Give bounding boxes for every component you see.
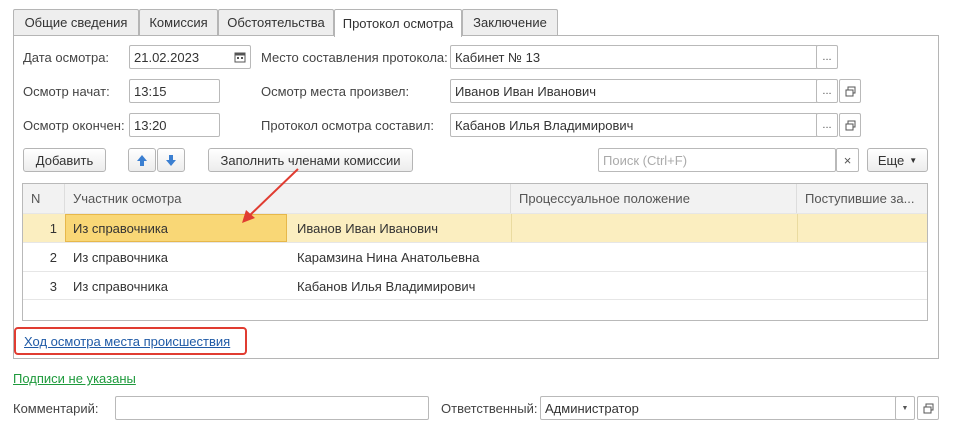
inspector-value: Иванов Иван Иванович — [455, 83, 597, 99]
row-source: Из справочника — [73, 278, 169, 294]
place-field[interactable]: Кабинет № 13 — [450, 45, 818, 69]
row-number: 2 — [49, 249, 57, 265]
ellipsis-icon: ... — [822, 119, 832, 131]
tab-inspection-protocol[interactable]: Протокол осмотра — [334, 9, 462, 37]
calendar-icon[interactable] — [231, 47, 249, 67]
table-row[interactable]: 3 Из справочника Кабанов Илья Владимиров… — [23, 271, 927, 300]
inspector-open-button[interactable] — [839, 79, 861, 103]
responsible-label: Ответственный: — [441, 401, 538, 416]
search-clear-button[interactable]: × — [836, 148, 859, 172]
start-label: Осмотр начат: — [23, 84, 110, 99]
place-value: Кабинет № 13 — [455, 49, 541, 65]
chevron-down-icon: ▼ — [909, 155, 918, 165]
column-header-n[interactable]: N — [23, 184, 65, 213]
tab-general[interactable]: Общие сведения — [13, 9, 139, 35]
move-down-button[interactable] — [157, 148, 185, 172]
row-source: Из справочника — [73, 249, 169, 265]
tab-conclusion[interactable]: Заключение — [462, 9, 558, 35]
composer-open-button[interactable] — [839, 113, 861, 137]
ellipsis-icon: ... — [822, 51, 832, 63]
row-name: Кабанов Илья Владимирович — [297, 278, 476, 294]
tab-circumstances[interactable]: Обстоятельства — [218, 9, 334, 35]
column-divider — [797, 214, 798, 242]
comment-label: Комментарий: — [13, 401, 99, 416]
inspector-select-button[interactable]: ... — [816, 79, 838, 103]
inspector-label: Осмотр места произвел: — [261, 84, 410, 99]
annotation-arrow — [242, 168, 299, 223]
tab-commission[interactable]: Комиссия — [139, 9, 218, 35]
end-time-field[interactable]: 13:20 — [129, 113, 220, 137]
search-placeholder: Поиск (Ctrl+F) — [603, 152, 688, 168]
comment-field[interactable] — [115, 396, 429, 420]
more-label: Еще — [877, 152, 905, 168]
open-icon — [923, 403, 933, 413]
responsible-open-button[interactable] — [917, 396, 939, 420]
inspection-progress-link[interactable]: Ход осмотра места происшествия — [24, 334, 230, 349]
place-select-button[interactable]: ... — [816, 45, 838, 69]
open-icon — [845, 86, 855, 96]
column-header-procedural-status[interactable]: Процессуальное положение — [511, 184, 797, 213]
arrow-up-icon — [137, 154, 147, 166]
column-divider — [511, 214, 512, 242]
composer-value: Кабанов Илья Владимирович — [455, 117, 634, 133]
end-time-value: 13:20 — [134, 117, 167, 133]
ellipsis-icon: ... — [822, 85, 832, 97]
signatures-link[interactable]: Подписи не указаны — [13, 371, 136, 386]
composer-field[interactable]: Кабанов Илья Владимирович — [450, 113, 818, 137]
table-row[interactable]: 2 Из справочника Карамзина Нина Анатолье… — [23, 242, 927, 271]
row-number: 3 — [49, 278, 57, 294]
participants-table: N Участник осмотра Процессуальное положе… — [22, 183, 928, 321]
arrow-down-icon — [166, 154, 176, 166]
table-row[interactable]: 1 Из справочника Иванов Иван Иванович — [23, 213, 927, 242]
responsible-field[interactable]: Администратор — [540, 396, 897, 420]
responsible-value: Администратор — [545, 400, 639, 416]
place-label: Место составления протокола: — [261, 50, 448, 65]
open-icon — [845, 120, 855, 130]
date-value: 21.02.2023 — [134, 49, 200, 65]
row-number: 1 — [49, 220, 57, 236]
composer-select-button[interactable]: ... — [816, 113, 838, 137]
date-label: Дата осмотра: — [23, 50, 110, 65]
row-name: Карамзина Нина Анатольевна — [297, 249, 480, 265]
move-up-button[interactable] — [128, 148, 156, 172]
search-input[interactable]: Поиск (Ctrl+F) — [598, 148, 836, 172]
inspector-field[interactable]: Иванов Иван Иванович — [450, 79, 818, 103]
add-button[interactable]: Добавить — [23, 148, 106, 172]
responsible-dropdown-button[interactable]: ▼ — [895, 396, 915, 420]
start-time-field[interactable]: 13:15 — [129, 79, 220, 103]
more-button[interactable]: Еще ▼ — [867, 148, 928, 172]
clear-icon: × — [843, 152, 852, 168]
end-label: Осмотр окончен: — [23, 118, 125, 133]
dropdown-icon: ▼ — [901, 404, 909, 412]
start-time-value: 13:15 — [134, 83, 167, 99]
column-header-received[interactable]: Поступившие за... — [797, 184, 927, 213]
composer-label: Протокол осмотра составил: — [261, 118, 434, 133]
row-name: Иванов Иван Иванович — [297, 220, 439, 236]
